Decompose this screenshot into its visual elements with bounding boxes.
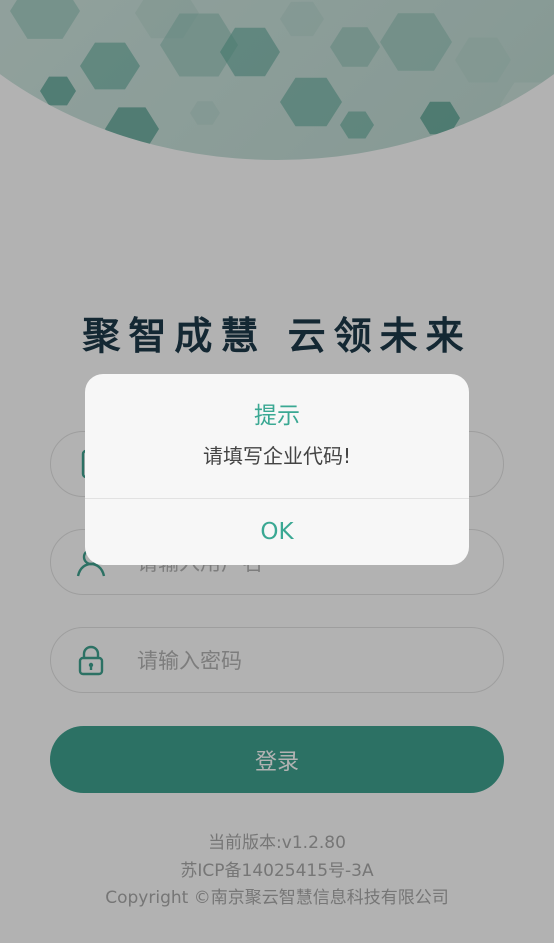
login-page: 聚智成慧 云领未来 登录 bbox=[0, 0, 554, 943]
alert-dialog: 提示 请填写企业代码! OK bbox=[85, 374, 469, 565]
ok-button[interactable]: OK bbox=[85, 499, 469, 565]
dialog-title: 提示 bbox=[254, 403, 300, 429]
dialog-message: 请填写企业代码! bbox=[202, 444, 352, 468]
